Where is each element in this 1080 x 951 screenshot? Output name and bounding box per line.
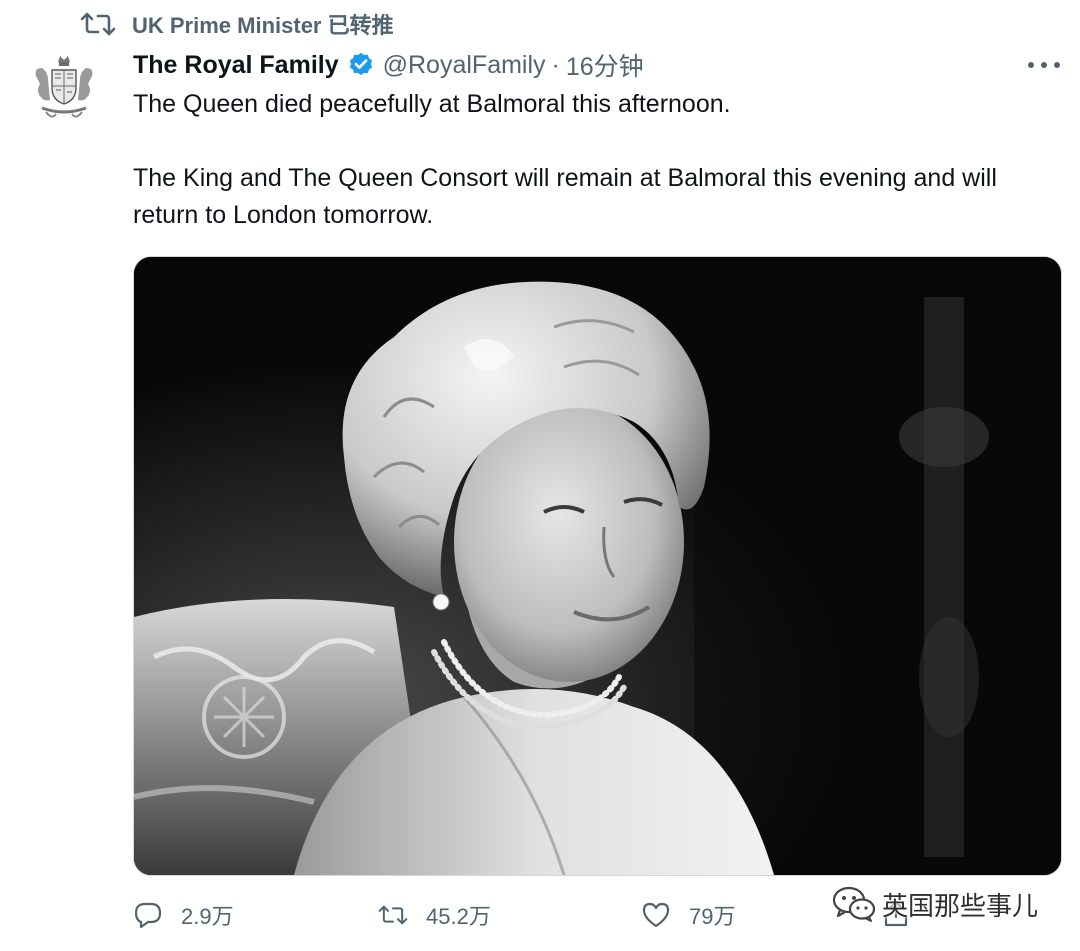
retweet-context[interactable]: UK Prime Minister 已转推 (80, 8, 394, 40)
more-options-button[interactable] (1028, 52, 1060, 78)
tweet-paragraph: The King and The Queen Consort will rema… (133, 164, 997, 229)
tweet-timestamp[interactable]: 16分钟 (566, 47, 644, 83)
royal-coat-of-arms-icon (35, 56, 93, 118)
like-button[interactable]: 79万 (641, 899, 735, 931)
like-count: 79万 (689, 904, 736, 929)
tweet-paragraph: The Queen died peacefully at Balmoral th… (133, 90, 731, 118)
avatar[interactable] (26, 50, 102, 126)
watermark-text: 英国那些事儿 (882, 890, 1039, 921)
tweet-photo[interactable] (133, 256, 1062, 876)
retweet-icon (80, 12, 116, 36)
queen-portrait-image (134, 257, 1061, 875)
watermark: 英国那些事儿 (832, 884, 1038, 924)
wechat-icon (832, 886, 876, 922)
reply-icon (134, 902, 162, 929)
retweet-context-text: UK Prime Minister 已转推 (132, 13, 394, 38)
tweet-text: The Queen died peacefully at Balmoral th… (133, 86, 1053, 234)
more-icon-dot (1028, 62, 1034, 68)
more-icon-dot (1054, 62, 1060, 68)
author-handle[interactable]: @RoyalFamily (383, 51, 546, 80)
verified-badge-icon (349, 52, 372, 76)
header-separator: · (551, 50, 560, 79)
reply-count: 2.9万 (181, 904, 234, 929)
heart-icon (642, 902, 670, 928)
tweet-header: The Royal Family @RoyalFamily · 16分钟 (133, 46, 644, 84)
retweet-count: 45.2万 (426, 904, 491, 929)
more-icon-dot (1041, 62, 1047, 68)
retweet-button[interactable]: 45.2万 (378, 899, 491, 931)
author-name[interactable]: The Royal Family (133, 51, 339, 80)
retweet-icon (378, 905, 408, 925)
reply-button[interactable]: 2.9万 (133, 899, 234, 931)
